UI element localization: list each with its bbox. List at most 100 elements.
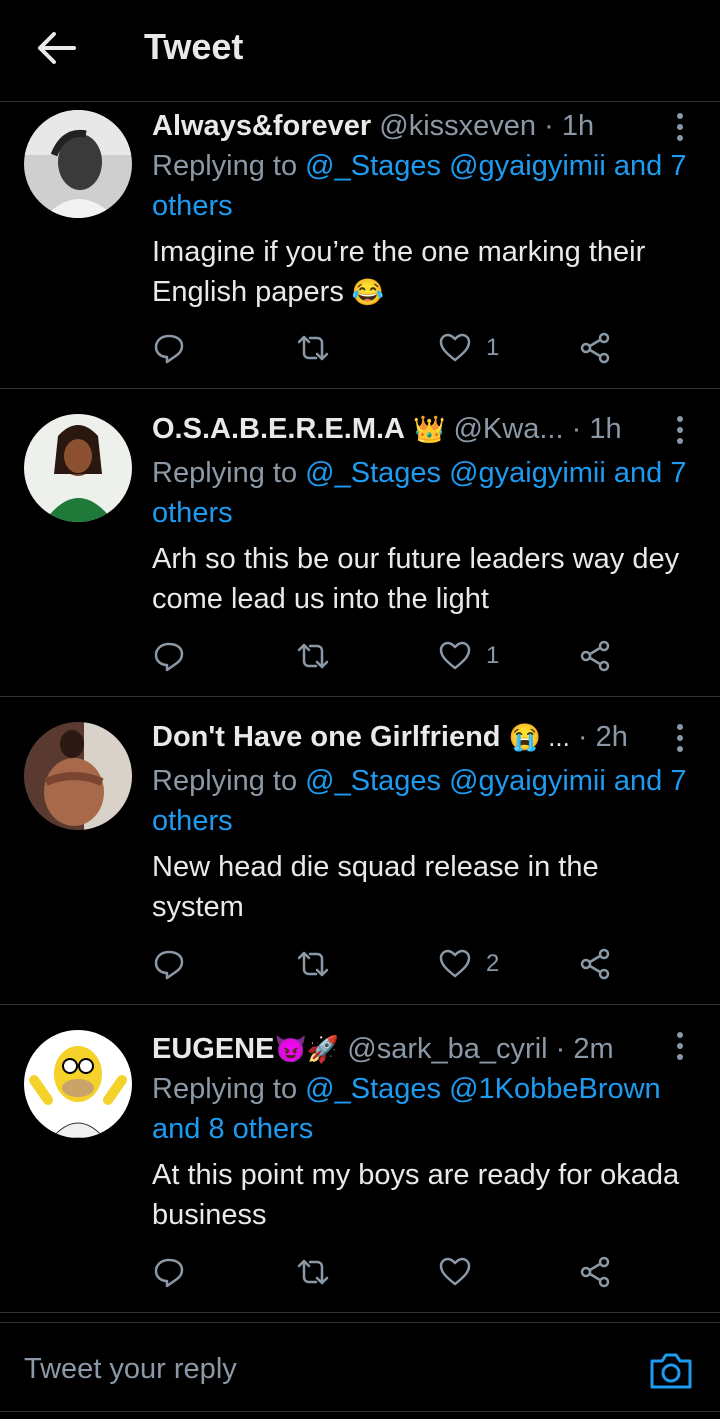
back-button[interactable] [34, 26, 78, 70]
replying-label: Replying to [152, 1073, 298, 1105]
heart-icon [439, 1257, 471, 1286]
more-vertical-icon [677, 1032, 683, 1060]
action-bar [152, 1252, 672, 1292]
reply-icon [154, 334, 184, 364]
retweet-icon [297, 1259, 329, 1285]
action-bar: 2 [152, 944, 672, 984]
separator: · [577, 721, 588, 753]
more-options-button[interactable] [670, 1029, 690, 1063]
reply-icon [154, 1258, 184, 1288]
timestamp[interactable]: 2h [596, 721, 628, 753]
avatar[interactable] [24, 110, 132, 218]
like-button[interactable] [438, 1252, 486, 1292]
action-bar: 1 [152, 636, 672, 676]
user-handle[interactable]: @Kwa... [453, 413, 563, 445]
retweet-icon [297, 643, 329, 669]
tweet-text: At this point my boys are ready for okad… [152, 1155, 692, 1235]
reply-button[interactable] [152, 636, 186, 676]
tweet-text: Imagine if you’re the one marking their … [152, 232, 692, 312]
heart-icon [439, 333, 471, 362]
tweet-header: O.S.A.B.E.R.E.M.A 👑 @Kwa... · 1h [152, 409, 672, 449]
display-name[interactable]: Don't Have one Girlfriend [152, 721, 501, 753]
replying-label: Replying to [152, 150, 298, 182]
like-count: 1 [486, 334, 500, 361]
like-button[interactable]: 1 [438, 328, 499, 368]
reply-button[interactable] [152, 328, 186, 368]
like-button[interactable]: 2 [438, 944, 499, 984]
replying-to: Replying to @_Stages @gyaigyimii and 7 o… [152, 146, 692, 226]
tweet-text-content: New head die squad release in the system [152, 851, 599, 923]
tweet-text-content: At this point my boys are ready for okad… [152, 1159, 680, 1231]
reply-tweet[interactable]: O.S.A.B.E.R.E.M.A 👑 @Kwa... · 1h Replyin… [0, 389, 720, 697]
tweet-text-content: Arh so this be our future leaders way de… [152, 543, 680, 615]
more-options-button[interactable] [670, 413, 690, 447]
tweet-header: Don't Have one Girlfriend 😭 ... · 2h [152, 717, 672, 757]
user-handle[interactable]: @kissxeven [379, 110, 536, 142]
reply-tweet[interactable]: EUGENE😈🚀 @sark_ba_cyril · 2m Replying to… [0, 1005, 720, 1313]
more-vertical-icon [677, 724, 683, 752]
tweet-header: Always&forever @kissxeven · 1h [152, 106, 672, 146]
reply-tweet[interactable]: Don't Have one Girlfriend 😭 ... · 2h Rep… [0, 697, 720, 1005]
like-count: 2 [486, 950, 500, 977]
tweet-text: New head die squad release in the system [152, 847, 692, 927]
share-button[interactable] [578, 1252, 612, 1292]
camera-button[interactable] [648, 1351, 694, 1391]
reply-icon [154, 642, 184, 672]
name-emoji: 😈🚀 [274, 1034, 340, 1064]
top-bar: Tweet [0, 0, 720, 102]
retweet-button[interactable] [296, 636, 330, 676]
reply-button[interactable] [152, 944, 186, 984]
avatar[interactable] [24, 722, 132, 830]
camera-icon [650, 1353, 692, 1389]
reply-input[interactable]: Tweet your reply [24, 1347, 604, 1391]
tweet-text: Arh so this be our future leaders way de… [152, 539, 692, 619]
display-name[interactable]: EUGENE [152, 1033, 274, 1065]
reply-tweet[interactable]: Always&forever @kissxeven · 1h Replying … [0, 102, 720, 389]
heart-icon [439, 641, 471, 670]
retweet-button[interactable] [296, 944, 330, 984]
reply-composer: Tweet your reply [0, 1322, 720, 1412]
like-button[interactable]: 1 [438, 636, 499, 676]
share-icon [580, 332, 610, 364]
retweet-icon [297, 335, 329, 361]
share-button[interactable] [578, 328, 612, 368]
arrow-left-icon [38, 32, 76, 64]
share-button[interactable] [578, 944, 612, 984]
action-bar: 1 [152, 328, 672, 368]
more-vertical-icon [677, 416, 683, 444]
share-button[interactable] [578, 636, 612, 676]
replying-label: Replying to [152, 457, 298, 489]
tweet-header: EUGENE😈🚀 @sark_ba_cyril · 2m [152, 1029, 672, 1069]
timestamp[interactable]: 1h [589, 413, 621, 445]
separator: · [555, 1033, 566, 1065]
retweet-button[interactable] [296, 1252, 330, 1292]
share-icon [580, 948, 610, 980]
replying-to: Replying to @_Stages @1KobbeBrown and 8 … [152, 1069, 692, 1149]
display-name[interactable]: Always&forever [152, 110, 371, 142]
separator: · [544, 110, 554, 142]
like-count: 1 [486, 642, 500, 669]
display-name[interactable]: O.S.A.B.E.R.E.M.A [152, 413, 405, 445]
separator: · [571, 413, 582, 445]
user-handle[interactable]: @sark_ba_cyril [347, 1033, 547, 1065]
retweet-button[interactable] [296, 328, 330, 368]
heart-icon [439, 949, 471, 978]
more-vertical-icon [677, 113, 683, 141]
share-icon [580, 640, 610, 672]
replying-to: Replying to @_Stages @gyaigyimii and 7 o… [152, 761, 692, 841]
tweet-text-content: Imagine if you’re the one marking their … [152, 236, 646, 308]
reply-button[interactable] [152, 1252, 186, 1292]
page-title: Tweet [144, 26, 244, 67]
retweet-icon [297, 951, 329, 977]
more-options-button[interactable] [670, 110, 690, 144]
avatar[interactable] [24, 1030, 132, 1138]
tweet-emoji: 😂 [351, 277, 385, 307]
more-options-button[interactable] [670, 721, 690, 755]
name-emoji: 👑 [413, 414, 446, 444]
avatar[interactable] [24, 414, 132, 522]
reply-icon [154, 950, 184, 980]
timestamp[interactable]: 1h [562, 110, 594, 142]
replying-label: Replying to [152, 765, 298, 797]
timestamp[interactable]: 2m [573, 1033, 613, 1065]
replying-to: Replying to @_Stages @gyaigyimii and 7 o… [152, 453, 692, 533]
